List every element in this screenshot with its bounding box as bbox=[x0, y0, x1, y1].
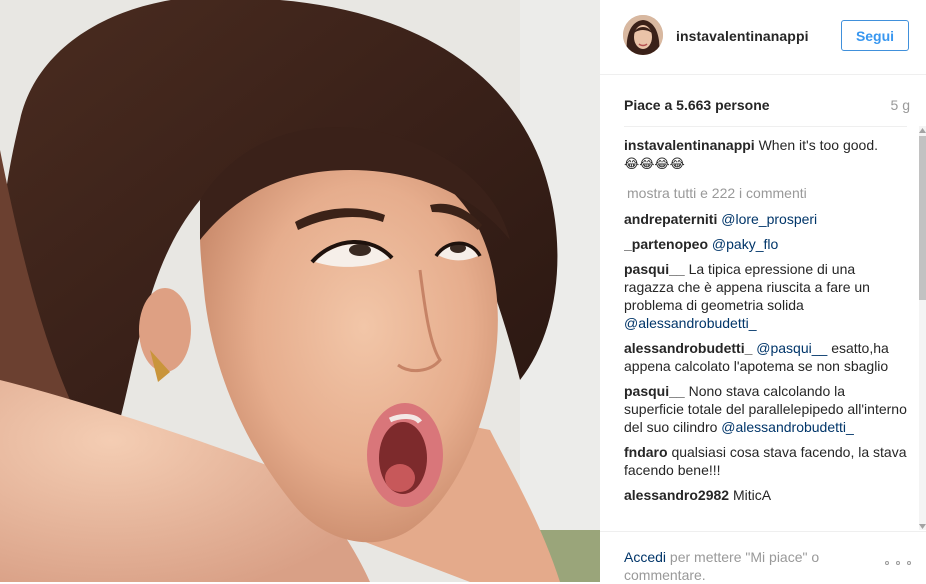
comment-username[interactable]: alessandro2982 bbox=[624, 487, 729, 503]
post-side-panel: instavalentinanappi Segui Piace a 5.663 … bbox=[600, 0, 926, 583]
comment-username[interactable]: andrepaterniti bbox=[624, 211, 717, 227]
avatar[interactable] bbox=[623, 15, 663, 55]
comment-username[interactable]: _partenopeo bbox=[624, 236, 708, 252]
ellipsis-dot bbox=[896, 561, 900, 565]
comments-scrollbar[interactable] bbox=[919, 126, 926, 530]
comment-username[interactable]: pasqui__ bbox=[624, 261, 685, 277]
login-prompt: Accedi per mettere "Mi piace" o commenta… bbox=[624, 548, 854, 584]
account-username[interactable]: instavalentinanappi bbox=[676, 28, 809, 44]
post-photo-illustration bbox=[0, 0, 600, 582]
comment-mention[interactable]: @pasqui__ bbox=[756, 340, 827, 356]
likes-row: Piace a 5.663 persone 5 g bbox=[624, 97, 910, 115]
avatar-image bbox=[623, 15, 663, 55]
load-more-comments-link[interactable]: mostra tutti e 222 i commenti bbox=[627, 184, 907, 202]
comment-item: fndaro qualsiasi cosa stava facendo, la … bbox=[624, 443, 907, 479]
comment-item: _partenopeo @paky_flo bbox=[624, 235, 907, 253]
comment-item: pasqui__ La tipica epressione di una rag… bbox=[624, 260, 907, 332]
login-link[interactable]: Accedi bbox=[624, 549, 666, 565]
follow-button[interactable]: Segui bbox=[841, 20, 909, 51]
arrow-up-icon[interactable] bbox=[919, 126, 926, 134]
caption-username[interactable]: instavalentinanappi bbox=[624, 137, 755, 153]
ellipsis-icon[interactable] bbox=[885, 558, 911, 568]
post-footer: Accedi per mettere "Mi piace" o commenta… bbox=[600, 531, 926, 583]
scrollbar-thumb[interactable] bbox=[919, 136, 926, 300]
comments-list[interactable]: instavalentinanappi When it's too good. … bbox=[624, 126, 907, 531]
comment-item: pasqui__ Nono stava calcolando la superf… bbox=[624, 382, 907, 436]
caption-emoji: 😂😂😂😂 bbox=[624, 157, 685, 172]
comment-mention[interactable]: @alessandrobudetti_ bbox=[624, 315, 757, 331]
post-time[interactable]: 5 g bbox=[891, 97, 910, 113]
arrow-down-icon[interactable] bbox=[919, 522, 926, 530]
likes-count[interactable]: Piace a 5.663 persone bbox=[624, 97, 770, 113]
post-photo[interactable] bbox=[0, 0, 600, 582]
comment-text: MiticA bbox=[732, 487, 772, 503]
comment-item: alessandro2982 MiticA bbox=[624, 486, 907, 504]
caption-text: When it's too good. bbox=[758, 137, 879, 153]
comment-mention[interactable]: @lore_prosperi bbox=[721, 211, 817, 227]
ellipsis-dot bbox=[885, 561, 889, 565]
comment-username[interactable]: pasqui__ bbox=[624, 383, 685, 399]
comment-item: andrepaterniti @lore_prosperi bbox=[624, 210, 907, 228]
caption: instavalentinanappi When it's too good. … bbox=[624, 136, 907, 174]
ellipsis-dot bbox=[907, 561, 911, 565]
post-header: instavalentinanappi Segui bbox=[600, 0, 926, 75]
comment-item: alessandrobudetti_ @pasqui__ esatto,ha a… bbox=[624, 339, 907, 375]
comment-mention[interactable]: @alessandrobudetti_ bbox=[721, 419, 854, 435]
comment-username[interactable]: alessandrobudetti_ bbox=[624, 340, 752, 356]
comment-mention[interactable]: @paky_flo bbox=[712, 236, 778, 252]
comment-username[interactable]: fndaro bbox=[624, 444, 668, 460]
